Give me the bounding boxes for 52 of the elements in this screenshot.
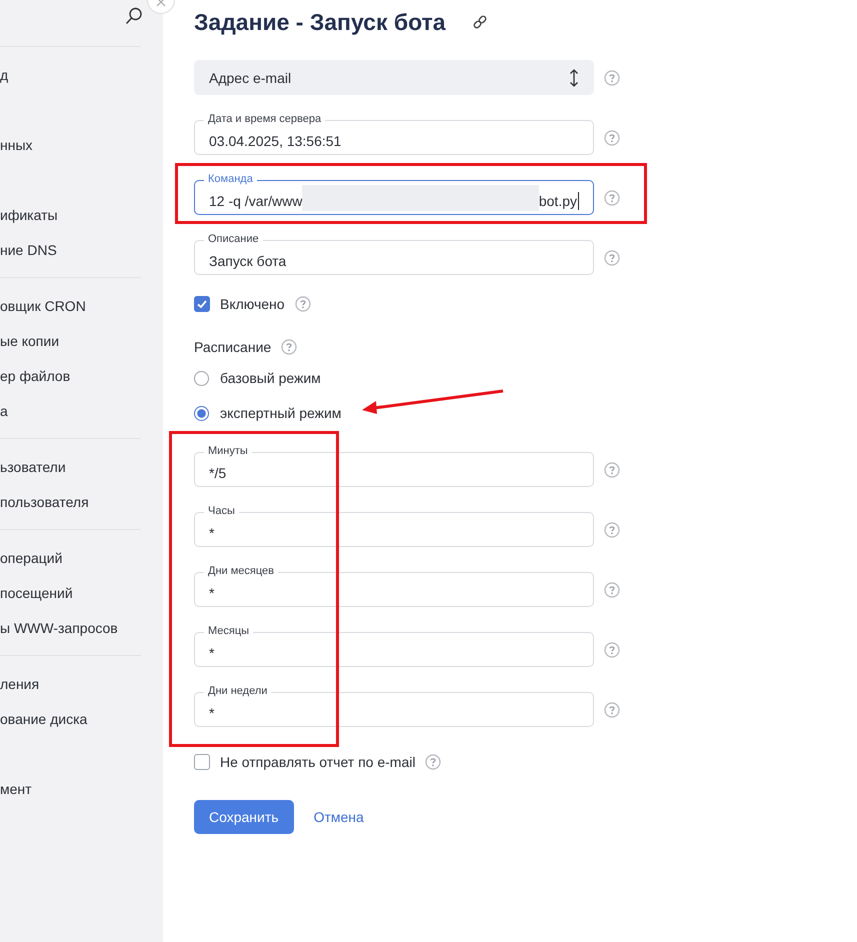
sidebar-item[interactable]: ы WWW-запросов	[0, 620, 118, 636]
help-icon[interactable]	[604, 522, 620, 538]
help-icon[interactable]	[604, 250, 620, 266]
close-icon	[156, 0, 166, 7]
page-title: Задание - Запуск бота	[194, 8, 446, 36]
help-icon[interactable]	[604, 190, 620, 206]
help-icon[interactable]	[281, 339, 298, 355]
help-icon[interactable]	[604, 130, 620, 146]
sidebar-item[interactable]: ификаты	[0, 206, 58, 222]
field-label: Дни недели	[204, 685, 272, 698]
sidebar-item[interactable]: ер файлов	[0, 368, 70, 384]
radio-label: базовый режим	[220, 370, 321, 386]
help-icon[interactable]	[604, 70, 620, 86]
sidebar-item[interactable]: д	[0, 66, 8, 82]
field-label: Дата и время сервера	[204, 113, 326, 126]
checkbox-label: Включено	[220, 296, 285, 312]
help-icon[interactable]	[604, 582, 620, 598]
sidebar-item[interactable]: ые копии	[0, 332, 60, 348]
sidebar-item[interactable]: ование диска	[0, 710, 88, 726]
checkmark-icon	[196, 298, 208, 310]
section-label: Расписание	[194, 339, 272, 355]
help-icon[interactable]	[425, 754, 442, 770]
sidebar-item[interactable]: овщик CRON	[0, 298, 86, 314]
radio-label: экспертный режим	[220, 405, 342, 421]
checkbox-label: Не отправлять отчет по e-mail	[220, 754, 416, 770]
field-label: Месяцы	[204, 625, 254, 638]
sidebar-item[interactable]: посещений	[0, 584, 73, 600]
help-icon[interactable]	[604, 702, 620, 718]
help-icon[interactable]	[604, 462, 620, 478]
select-field[interactable]: Адрес e-mail	[194, 60, 594, 95]
sidebar-item[interactable]: ления	[0, 676, 40, 692]
help-icon[interactable]	[294, 296, 311, 312]
help-icon[interactable]	[604, 642, 620, 658]
sidebar-item[interactable]: ьзователи	[0, 458, 66, 474]
sidebar-item[interactable]: ние DNS	[0, 242, 57, 258]
sidebar-item[interactable]: операций	[0, 550, 62, 566]
search-icon[interactable]	[125, 7, 143, 25]
checkbox[interactable]	[194, 754, 210, 770]
field-label: Дни месяцев	[204, 565, 278, 578]
link-icon[interactable]	[472, 14, 488, 30]
save-button[interactable]: Сохранить	[194, 800, 294, 834]
radio-button[interactable]	[194, 370, 209, 386]
cancel-link[interactable]: Отмена	[314, 809, 364, 825]
radio-button[interactable]	[194, 406, 209, 420]
sidebar-item[interactable]: нных	[0, 136, 33, 152]
field-label: Команда	[204, 173, 257, 186]
checkbox[interactable]	[194, 296, 210, 312]
field-label: Минуты	[204, 445, 252, 458]
sidebar-item[interactable]: пользователя	[0, 494, 89, 510]
sidebar-item[interactable]: а	[0, 402, 8, 418]
up-down-arrow-icon	[569, 68, 579, 86]
sidebar-item[interactable]: мент	[0, 780, 32, 796]
